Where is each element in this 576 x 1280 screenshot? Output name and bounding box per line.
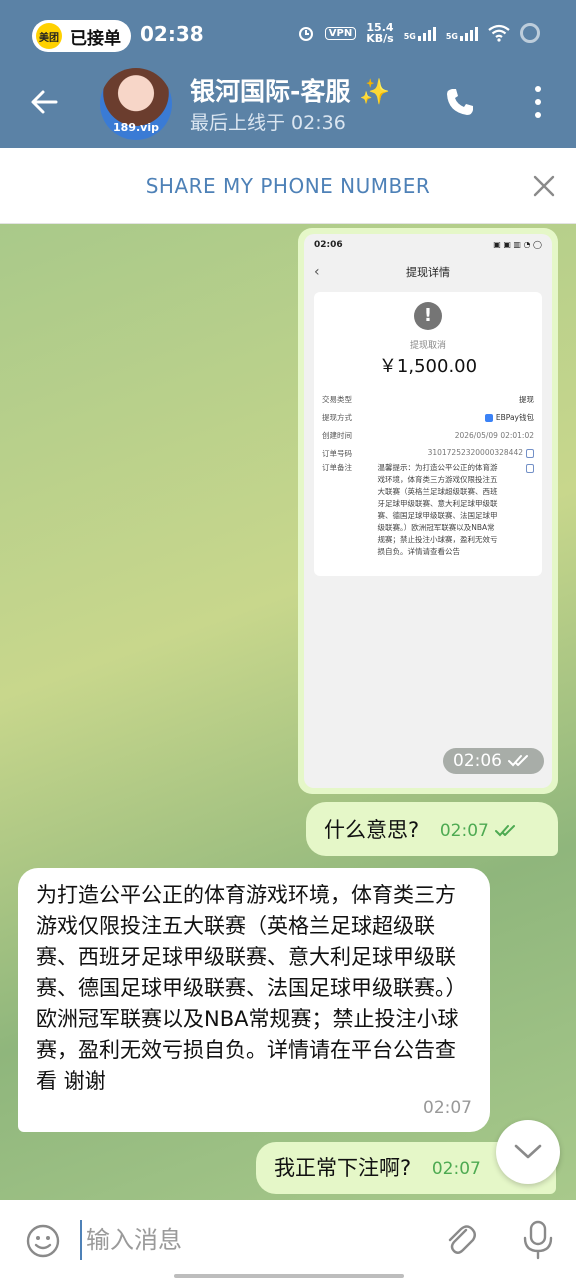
vpn-icon: VPN: [324, 26, 357, 40]
microphone-icon[interactable]: [520, 1220, 556, 1260]
chat-title[interactable]: 银河国际-客服 ✨: [190, 72, 390, 108]
emoji-icon[interactable]: [26, 1224, 60, 1258]
scroll-down-button[interactable]: [496, 1120, 560, 1184]
wifi-icon: [488, 24, 510, 42]
message-text: 什么意思?: [324, 818, 420, 842]
detail-note: 订单备注 温馨提示：为打造公平公正的体育游戏环境，体育类三方游戏仅限投注五大联赛…: [322, 462, 534, 558]
detail-row: 交易类型 提现: [322, 394, 534, 404]
ebpay-icon: [484, 413, 493, 422]
message-time: 02:07: [440, 821, 521, 841]
signal-bars-icon: [460, 25, 478, 41]
chat-area[interactable]: 02:06 ▣ ▣ ▥ ◔ ◯ ‹ 提现详情 ! 提现取消 ￥1,500.00 …: [0, 224, 576, 1200]
incoming-message[interactable]: 为打造公平公正的体育游戏环境，体育类三方游戏仅限投注五大联赛（英格兰足球超级联赛…: [18, 868, 490, 1132]
status-bar: 美团 已接单 02:38 VPN 15.4 KB/s 5G 5G: [0, 0, 576, 70]
back-arrow-icon[interactable]: [28, 86, 60, 118]
home-indicator: [174, 1274, 404, 1278]
shot-status-time: 02:06: [314, 240, 343, 250]
app-status-label: 已接单: [70, 28, 121, 49]
meituan-icon: 美团: [36, 23, 62, 49]
outgoing-message[interactable]: 什么意思? 02:07: [306, 802, 558, 856]
app-status-pill[interactable]: 美团 已接单: [32, 20, 131, 52]
withdraw-card: ! 提现取消 ￥1,500.00 交易类型 提现 提现方式 EBPay钱包 创建…: [314, 292, 542, 576]
share-phone-bar: SHARE MY PHONE NUMBER: [0, 148, 576, 224]
copy-icon: [526, 448, 534, 458]
message-text: 为打造公平公正的体育游戏环境，体育类三方游戏仅限投注五大联赛（英格兰足球超级联赛…: [36, 883, 467, 1093]
loading-ring-icon: [520, 23, 540, 43]
avatar[interactable]: 189.vip: [100, 68, 172, 140]
message-input[interactable]: [80, 1220, 420, 1260]
copy-icon: [526, 464, 534, 473]
detail-rows: 交易类型 提现 提现方式 EBPay钱包 创建时间 2026/05/09 02:…: [322, 390, 534, 558]
message-input-bar: [0, 1200, 576, 1280]
withdraw-amount: ￥1,500.00: [378, 356, 478, 377]
detail-row: 订单号码 31017252320000328442: [322, 444, 534, 462]
double-check-icon: [508, 755, 528, 767]
chat-header: 美团 已接单 02:38 VPN 15.4 KB/s 5G 5G 189.vip …: [0, 0, 576, 148]
image-timestamp: 02:06: [443, 748, 544, 774]
last-seen: 最后上线于 02:36: [190, 112, 346, 134]
share-phone-button[interactable]: SHARE MY PHONE NUMBER: [0, 174, 576, 198]
screenshot-image[interactable]: 02:06 ▣ ▣ ▥ ◔ ◯ ‹ 提现详情 ! 提现取消 ￥1,500.00 …: [304, 234, 552, 788]
signal-1: 5G: [404, 25, 436, 41]
double-check-icon: [494, 825, 515, 837]
avatar-label: 189.vip: [113, 121, 159, 134]
chevron-down-icon: [514, 1144, 542, 1159]
alarm-icon: [298, 27, 313, 41]
message-time: 02:07: [431, 1159, 481, 1179]
attach-icon[interactable]: [444, 1222, 478, 1258]
more-menu-icon[interactable]: [528, 86, 548, 118]
message-time: 02:07: [423, 1098, 472, 1118]
shot-status-icons: ▣ ▣ ▥ ◔ ◯: [493, 240, 542, 249]
network-speed: 15.4 KB/s: [366, 21, 394, 45]
warning-icon: !: [414, 302, 442, 330]
image-message[interactable]: 02:06 ▣ ▣ ▥ ◔ ◯ ‹ 提现详情 ! 提现取消 ￥1,500.00 …: [298, 228, 558, 794]
status-icons: VPN 15.4 KB/s 5G 5G: [297, 22, 540, 44]
detail-row: 提现方式 EBPay钱包: [322, 412, 534, 422]
detail-row: 创建时间 2026/05/09 02:01:02: [322, 430, 534, 440]
signal-bars-icon: [417, 25, 436, 41]
shot-title: 提现详情: [406, 266, 450, 279]
message-text: 我正常下注啊?: [274, 1156, 412, 1180]
withdraw-status: 提现取消: [409, 341, 446, 351]
signal-2: 5G: [446, 25, 478, 41]
status-time: 02:38: [140, 22, 204, 46]
close-icon[interactable]: [532, 174, 556, 198]
phone-icon[interactable]: [444, 86, 476, 118]
